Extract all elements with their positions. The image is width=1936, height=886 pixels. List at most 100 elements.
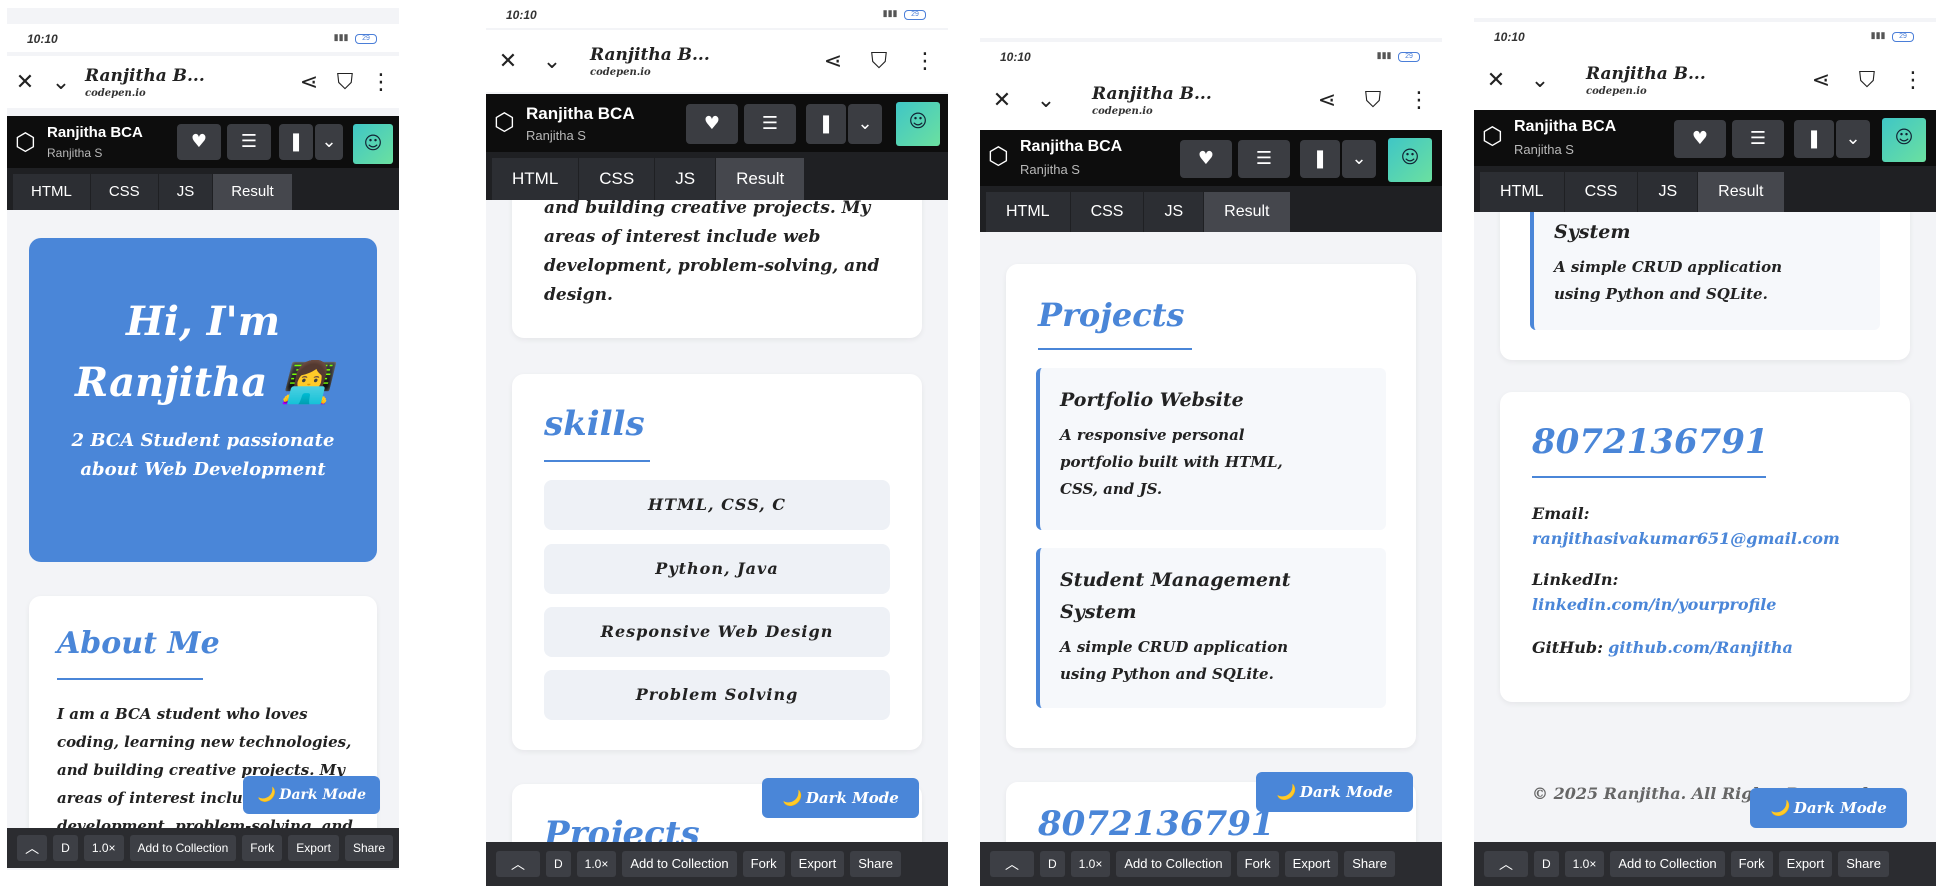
close-icon[interactable]: ✕: [486, 49, 530, 74]
add-to-collection-button[interactable]: Add to Collection: [1116, 851, 1231, 877]
dropdown-icon[interactable]: ⌄: [1342, 140, 1376, 178]
tab-result[interactable]: Result: [716, 158, 806, 200]
fork-button[interactable]: Fork: [1730, 851, 1773, 877]
github-link[interactable]: github.com/Ranjitha: [1608, 638, 1793, 657]
footer-d-button[interactable]: D: [1534, 851, 1559, 877]
linkedin-label: LinkedIn:: [1532, 570, 1619, 589]
tab-js[interactable]: JS: [158, 174, 214, 210]
dropdown-icon[interactable]: ⌄: [315, 124, 343, 160]
tab-html[interactable]: HTML: [13, 174, 91, 210]
share-icon[interactable]: ⋖: [810, 49, 856, 74]
dark-mode-button[interactable]: 🌙 Dark Mode: [243, 776, 380, 814]
bookmark-icon[interactable]: ⛉: [1844, 68, 1890, 93]
more-icon[interactable]: ⋮: [363, 70, 399, 95]
export-button[interactable]: Export: [1284, 851, 1339, 877]
tab-css[interactable]: CSS: [90, 174, 159, 210]
share-icon[interactable]: ⋖: [1304, 88, 1350, 113]
add-to-collection-button[interactable]: Add to Collection: [622, 851, 737, 877]
share-button[interactable]: Share: [344, 835, 393, 861]
more-icon[interactable]: ⋮: [1890, 68, 1936, 93]
heart-icon[interactable]: ♥: [1674, 120, 1726, 158]
chevron-down-icon[interactable]: ⌄: [1024, 88, 1068, 113]
share-button[interactable]: Share: [850, 851, 901, 877]
browser-title: Ranjitha B...: [1092, 83, 1212, 104]
view-menu-icon[interactable]: ☰: [744, 104, 796, 144]
zoom-button[interactable]: 1.0×: [576, 851, 617, 877]
chevron-down-icon[interactable]: ⌄: [1518, 68, 1562, 93]
avatar[interactable]: ☺: [1388, 138, 1432, 182]
zoom-button[interactable]: 1.0×: [83, 835, 124, 861]
footer-d-button[interactable]: D: [546, 851, 571, 877]
tab-css[interactable]: CSS: [579, 158, 656, 200]
bookmark-btn-icon[interactable]: ❚: [279, 124, 313, 160]
bookmark-btn-icon[interactable]: ❚: [1300, 140, 1340, 178]
chevron-down-icon[interactable]: ⌄: [530, 49, 574, 74]
chevron-up-icon[interactable]: ︿: [17, 835, 48, 861]
zoom-button[interactable]: 1.0×: [1564, 851, 1605, 877]
export-button[interactable]: Export: [1778, 851, 1833, 877]
about-line: development, problem-solving, and: [57, 817, 353, 828]
footer-d-button[interactable]: D: [1040, 851, 1065, 877]
skill-item: Responsive Web Design: [544, 607, 890, 657]
bookmark-btn-icon[interactable]: ❚: [1794, 120, 1834, 158]
chevron-up-icon[interactable]: ︿: [496, 851, 540, 877]
tab-js[interactable]: JS: [1638, 172, 1699, 212]
tab-html[interactable]: HTML: [986, 192, 1071, 232]
avatar[interactable]: ☺: [353, 124, 393, 164]
tab-css[interactable]: CSS: [1564, 172, 1639, 212]
close-icon[interactable]: ✕: [980, 88, 1024, 113]
tab-html[interactable]: HTML: [1480, 172, 1565, 212]
fork-button[interactable]: Fork: [1236, 851, 1279, 877]
share-icon[interactable]: ⋖: [291, 70, 327, 95]
chevron-up-icon[interactable]: ︿: [990, 851, 1034, 877]
view-menu-icon[interactable]: ☰: [1238, 140, 1290, 178]
project-title-line: Student Management: [1060, 569, 1291, 591]
avatar[interactable]: ☺: [896, 102, 940, 146]
dark-mode-button[interactable]: 🌙 Dark Mode: [1750, 788, 1907, 828]
chevron-down-icon[interactable]: ⌄: [43, 70, 79, 95]
tab-js[interactable]: JS: [655, 158, 717, 200]
bookmark-btn-icon[interactable]: ❚: [806, 104, 846, 144]
tab-html[interactable]: HTML: [492, 158, 580, 200]
chevron-up-icon[interactable]: ︿: [1484, 851, 1528, 877]
share-button[interactable]: Share: [1344, 851, 1395, 877]
view-menu-icon[interactable]: ☰: [1732, 120, 1784, 158]
dark-mode-button[interactable]: 🌙 Dark Mode: [1256, 772, 1413, 812]
tab-result[interactable]: Result: [1204, 192, 1291, 232]
export-button[interactable]: Export: [288, 835, 339, 861]
footer-d-button[interactable]: D: [53, 835, 78, 861]
share-icon[interactable]: ⋖: [1798, 68, 1844, 93]
view-menu-icon[interactable]: ☰: [227, 124, 271, 160]
export-button[interactable]: Export: [790, 851, 845, 877]
tab-result[interactable]: Result: [1698, 172, 1785, 212]
fork-button[interactable]: Fork: [742, 851, 785, 877]
linkedin-link[interactable]: linkedin.com/in/yourprofile: [1532, 595, 1776, 614]
bookmark-icon[interactable]: ⛉: [1350, 88, 1396, 113]
about-underline: [57, 678, 203, 680]
skill-item: Python, Java: [544, 544, 890, 594]
heart-icon[interactable]: ♥: [1180, 140, 1232, 178]
more-icon[interactable]: ⋮: [902, 49, 948, 74]
bookmark-icon[interactable]: ⛉: [327, 70, 363, 95]
dark-mode-button[interactable]: 🌙 Dark Mode: [762, 778, 919, 818]
fork-button[interactable]: Fork: [242, 835, 283, 861]
add-to-collection-button[interactable]: Add to Collection: [1610, 851, 1725, 877]
dropdown-icon[interactable]: ⌄: [848, 104, 882, 144]
bookmark-icon[interactable]: ⛉: [856, 49, 902, 74]
heart-icon[interactable]: ♥: [686, 104, 738, 144]
add-to-collection-button[interactable]: Add to Collection: [129, 835, 237, 861]
more-icon[interactable]: ⋮: [1396, 88, 1442, 113]
dropdown-icon[interactable]: ⌄: [1836, 120, 1870, 158]
heart-icon[interactable]: ♥: [177, 124, 221, 160]
zoom-button[interactable]: 1.0×: [1070, 851, 1111, 877]
tab-css[interactable]: CSS: [1070, 192, 1145, 232]
tab-result[interactable]: Result: [213, 174, 293, 210]
close-icon[interactable]: ✕: [7, 70, 43, 95]
close-icon[interactable]: ✕: [1474, 68, 1518, 93]
tab-js[interactable]: JS: [1144, 192, 1205, 232]
email-link[interactable]: ranjithasivakumar651@gmail.com: [1532, 529, 1840, 548]
hero-subtitle-2: about Web Development: [80, 459, 326, 480]
codepen-footer: ︿ D 1.0× Add to Collection Fork Export S…: [7, 828, 399, 868]
share-button[interactable]: Share: [1838, 851, 1889, 877]
avatar[interactable]: ☺: [1882, 118, 1926, 162]
